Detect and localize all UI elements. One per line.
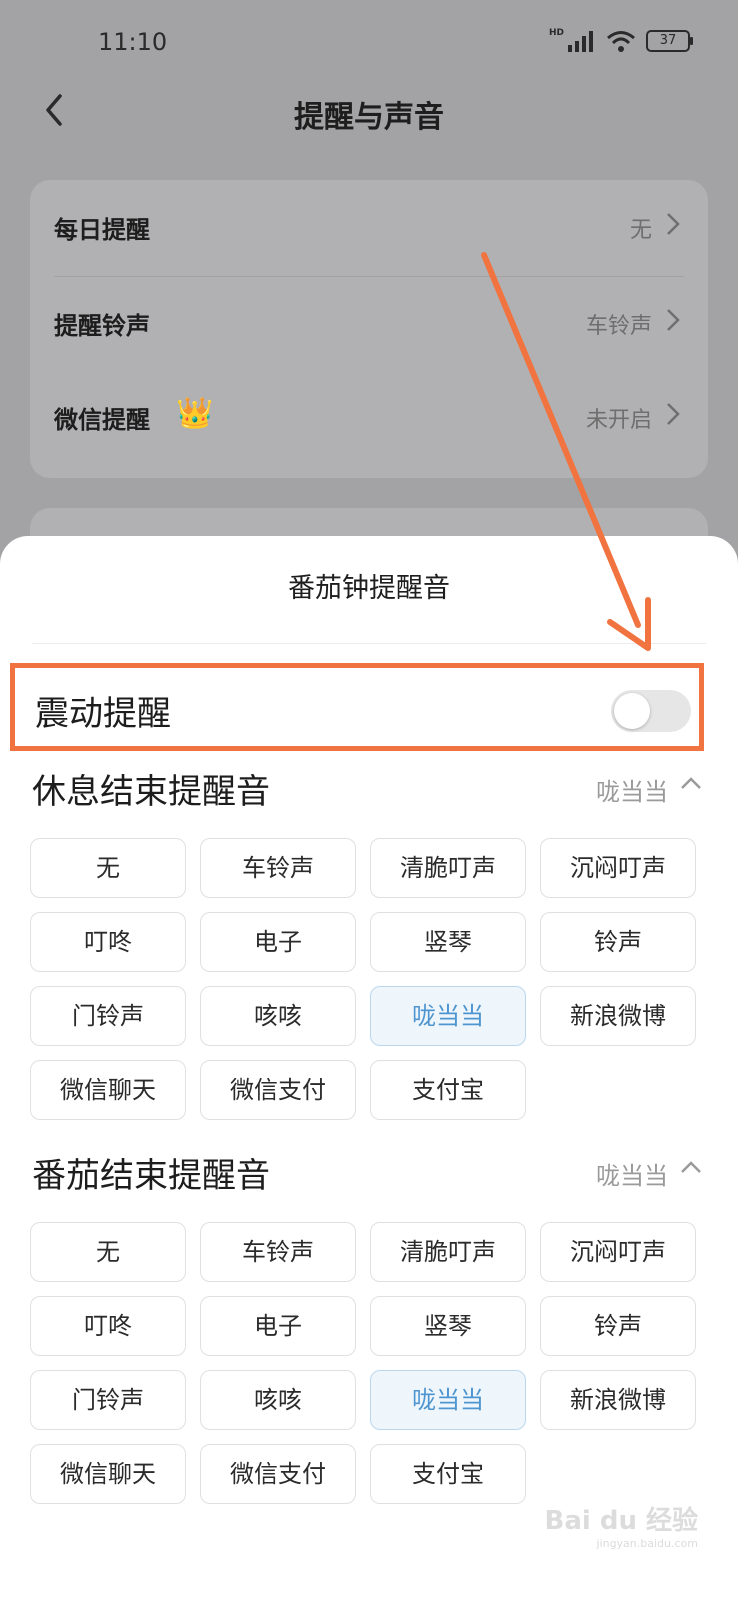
tomato-sound-header[interactable]: 番茄结束提醒音 咙当当 [32,1148,708,1198]
sound-option[interactable]: 新浪微博 [540,986,696,1046]
sound-option[interactable]: 门铃声 [30,986,186,1046]
section-title: 休息结束提醒音 [32,772,270,812]
vibration-row-highlight: 震动提醒 [10,663,704,751]
settings-row-label: 每日提醒 [54,216,150,244]
sound-option[interactable]: 咙当当 [370,1370,526,1430]
sound-option[interactable]: 微信聊天 [30,1444,186,1504]
settings-row-value: 无 [629,218,652,243]
sound-option[interactable]: 沉闷叮声 [540,1222,696,1282]
sound-option[interactable]: 无 [30,838,186,898]
section-current-value: 咙当当 [596,1162,668,1190]
sound-option[interactable]: 门铃声 [30,1370,186,1430]
chevron-right-icon [667,403,680,425]
nav-bar: 提醒与声音 [0,80,738,144]
settings-row-ringtone[interactable]: 提醒铃声 车铃声 [30,276,708,368]
sheet-divider [32,643,706,644]
settings-row-value: 未开启 [585,408,652,433]
baidu-watermark-logo: Bai du 经验 jingyan.baidu.com [544,1506,699,1550]
wifi-icon [607,31,635,52]
hd-label: HD [548,28,564,38]
sound-option[interactable]: 咙当当 [370,986,526,1046]
sound-option[interactable]: 铃声 [540,912,696,972]
sound-option[interactable]: 电子 [200,912,356,972]
rest-sound-header[interactable]: 休息结束提醒音 咙当当 [32,764,708,814]
chevron-up-icon [681,777,701,789]
section-title: 番茄结束提醒音 [32,1156,270,1196]
sound-option[interactable]: 微信聊天 [30,1060,186,1120]
vibration-label: 震动提醒 [35,694,171,734]
crown-icon: 👑 [176,396,214,431]
signal-icon [568,31,593,52]
settings-row-daily-reminder[interactable]: 每日提醒 无 [30,180,708,272]
sound-option[interactable]: 叮咚 [30,912,186,972]
sound-option[interactable]: 竖琴 [370,1296,526,1356]
status-bar: 11:10 HD 37 [0,0,738,90]
page-title: 提醒与声音 [294,100,444,135]
vibration-toggle[interactable] [611,690,691,732]
sound-option[interactable]: 微信支付 [200,1060,356,1120]
sound-option[interactable]: 清脆叮声 [370,1222,526,1282]
settings-row-wechat-reminder[interactable]: 微信提醒 👑 未开启 [30,370,708,462]
sound-option[interactable]: 新浪微博 [540,1370,696,1430]
settings-card: 每日提醒 无 提醒铃声 车铃声 微信提醒 👑 未开启 [30,180,708,478]
battery-indicator: 37 [646,30,693,52]
sound-option[interactable]: 竖琴 [370,912,526,972]
sound-option[interactable]: 叮咚 [30,1296,186,1356]
settings-row-value: 车铃声 [585,314,652,339]
sound-option[interactable]: 电子 [200,1296,356,1356]
bottom-sheet: 番茄钟提醒音 震动提醒 休息结束提醒音 咙当当 无车铃声 清脆叮声 沉闷叮声 叮咚 电子… [0,536,738,1600]
sound-option[interactable]: 车铃声 [200,1222,356,1282]
sheet-title: 番茄钟提醒音 [288,573,450,604]
sound-option[interactable]: 清脆叮声 [370,838,526,898]
sound-option[interactable]: 支付宝 [370,1444,526,1504]
chevron-up-icon [681,1161,701,1173]
sound-option[interactable]: 沉闷叮声 [540,838,696,898]
sound-option[interactable]: 无 [30,1222,186,1282]
sound-option[interactable]: 支付宝 [370,1060,526,1120]
toggle-knob [614,693,650,729]
sound-option[interactable]: 咳咳 [200,986,356,1046]
settings-row-label: 提醒铃声 [54,312,150,340]
chevron-right-icon [667,213,680,235]
settings-row-label: 微信提醒 [54,406,150,434]
sound-option[interactable]: 铃声 [540,1296,696,1356]
sound-option[interactable]: 车铃声 [200,838,356,898]
status-time: 11:10 [98,28,168,56]
chevron-right-icon [667,309,680,331]
sound-option[interactable]: 微信支付 [200,1444,356,1504]
sound-option[interactable]: 咳咳 [200,1370,356,1430]
section-current-value: 咙当当 [596,778,668,806]
